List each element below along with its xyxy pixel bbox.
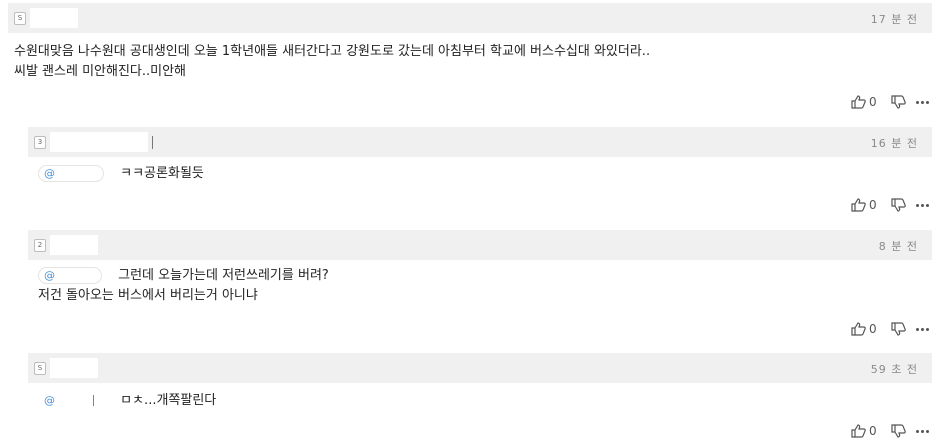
thumbs-down-icon bbox=[891, 322, 906, 336]
thumbs-down-icon bbox=[891, 95, 906, 109]
like-button[interactable]: 0 bbox=[851, 322, 877, 336]
thumbs-down-icon bbox=[891, 198, 906, 212]
comment-time: 59 초 전 bbox=[870, 363, 918, 376]
like-count: 0 bbox=[869, 198, 877, 212]
dislike-button[interactable] bbox=[891, 424, 906, 438]
more-icon[interactable] bbox=[915, 327, 929, 331]
dislike-button[interactable] bbox=[891, 322, 906, 336]
reply-body: @ 그런데 오늘가는데 저런쓰레기를 버려? 저건 돌아오는 버스에서 버리는거… bbox=[38, 266, 329, 306]
comment-body: 수원대맞음 나수원대 공대생인데 오늘 1학년애들 새터간다고 강원도로 갔는데… bbox=[14, 42, 650, 82]
like-count: 0 bbox=[869, 322, 877, 336]
reply-body: @ ㅋㅋ공론화될듯 bbox=[38, 164, 204, 184]
comment-header: S 17 분 전 bbox=[8, 3, 932, 33]
dislike-button[interactable] bbox=[891, 95, 906, 109]
reply-body: @ ㅁㅊ...개쪽팔린다 bbox=[38, 391, 216, 411]
like-count: 0 bbox=[869, 424, 877, 438]
dislike-button[interactable] bbox=[891, 198, 906, 212]
username-redacted bbox=[50, 235, 98, 255]
mention-tag[interactable]: @ bbox=[38, 267, 102, 284]
more-icon[interactable] bbox=[915, 429, 929, 433]
cursor-mark bbox=[152, 136, 153, 149]
at-icon: @ bbox=[44, 167, 55, 180]
thumbs-up-icon bbox=[851, 424, 866, 438]
thumbs-up-icon bbox=[851, 198, 866, 212]
user-badge-icon: S bbox=[34, 362, 46, 375]
comment-actions: 0 bbox=[851, 424, 929, 438]
user-badge-icon: 2 bbox=[34, 239, 46, 252]
reply-header: 3 16 분 전 bbox=[28, 127, 932, 157]
thumbs-up-icon bbox=[851, 95, 866, 109]
like-button[interactable]: 0 bbox=[851, 424, 877, 438]
comment-time: 16 분 전 bbox=[870, 137, 918, 150]
user-badge-icon: S bbox=[14, 12, 26, 25]
comment-line: 저건 돌아오는 버스에서 버리는거 아니냐 bbox=[38, 288, 258, 303]
mention-tag[interactable]: @ bbox=[38, 392, 102, 409]
user-badge-icon: 3 bbox=[34, 136, 46, 149]
like-count: 0 bbox=[869, 95, 877, 109]
reply-header: 2 8 분 전 bbox=[28, 230, 932, 260]
comment-time: 8 분 전 bbox=[878, 240, 918, 253]
at-icon: @ bbox=[44, 394, 55, 407]
thumbs-down-icon bbox=[891, 424, 906, 438]
comment-line: 씨발 괜스레 미안해진다..미안해 bbox=[14, 64, 187, 79]
comment-actions: 0 bbox=[851, 198, 929, 212]
comment-actions: 0 bbox=[851, 95, 929, 109]
thumbs-up-icon bbox=[851, 322, 866, 336]
comment-actions: 0 bbox=[851, 322, 929, 336]
more-icon[interactable] bbox=[915, 203, 929, 207]
more-icon[interactable] bbox=[915, 100, 929, 104]
comment-line: ㅁㅊ...개쪽팔린다 bbox=[120, 393, 217, 408]
comment-line: 수원대맞음 나수원대 공대생인데 오늘 1학년애들 새터간다고 강원도로 갔는데… bbox=[14, 44, 651, 59]
comment-line: 그런데 오늘가는데 저런쓰레기를 버려? bbox=[118, 268, 329, 283]
username-redacted bbox=[50, 132, 148, 152]
mention-tag[interactable]: @ bbox=[38, 165, 104, 182]
cursor-mark bbox=[93, 395, 94, 406]
comment-line: ㅋㅋ공론화될듯 bbox=[120, 166, 204, 181]
comment-time: 17 분 전 bbox=[870, 13, 918, 26]
like-button[interactable]: 0 bbox=[851, 95, 877, 109]
reply-header: S 59 초 전 bbox=[28, 353, 932, 383]
username-redacted bbox=[30, 8, 78, 28]
username-redacted bbox=[50, 358, 98, 378]
at-icon: @ bbox=[44, 269, 55, 282]
like-button[interactable]: 0 bbox=[851, 198, 877, 212]
